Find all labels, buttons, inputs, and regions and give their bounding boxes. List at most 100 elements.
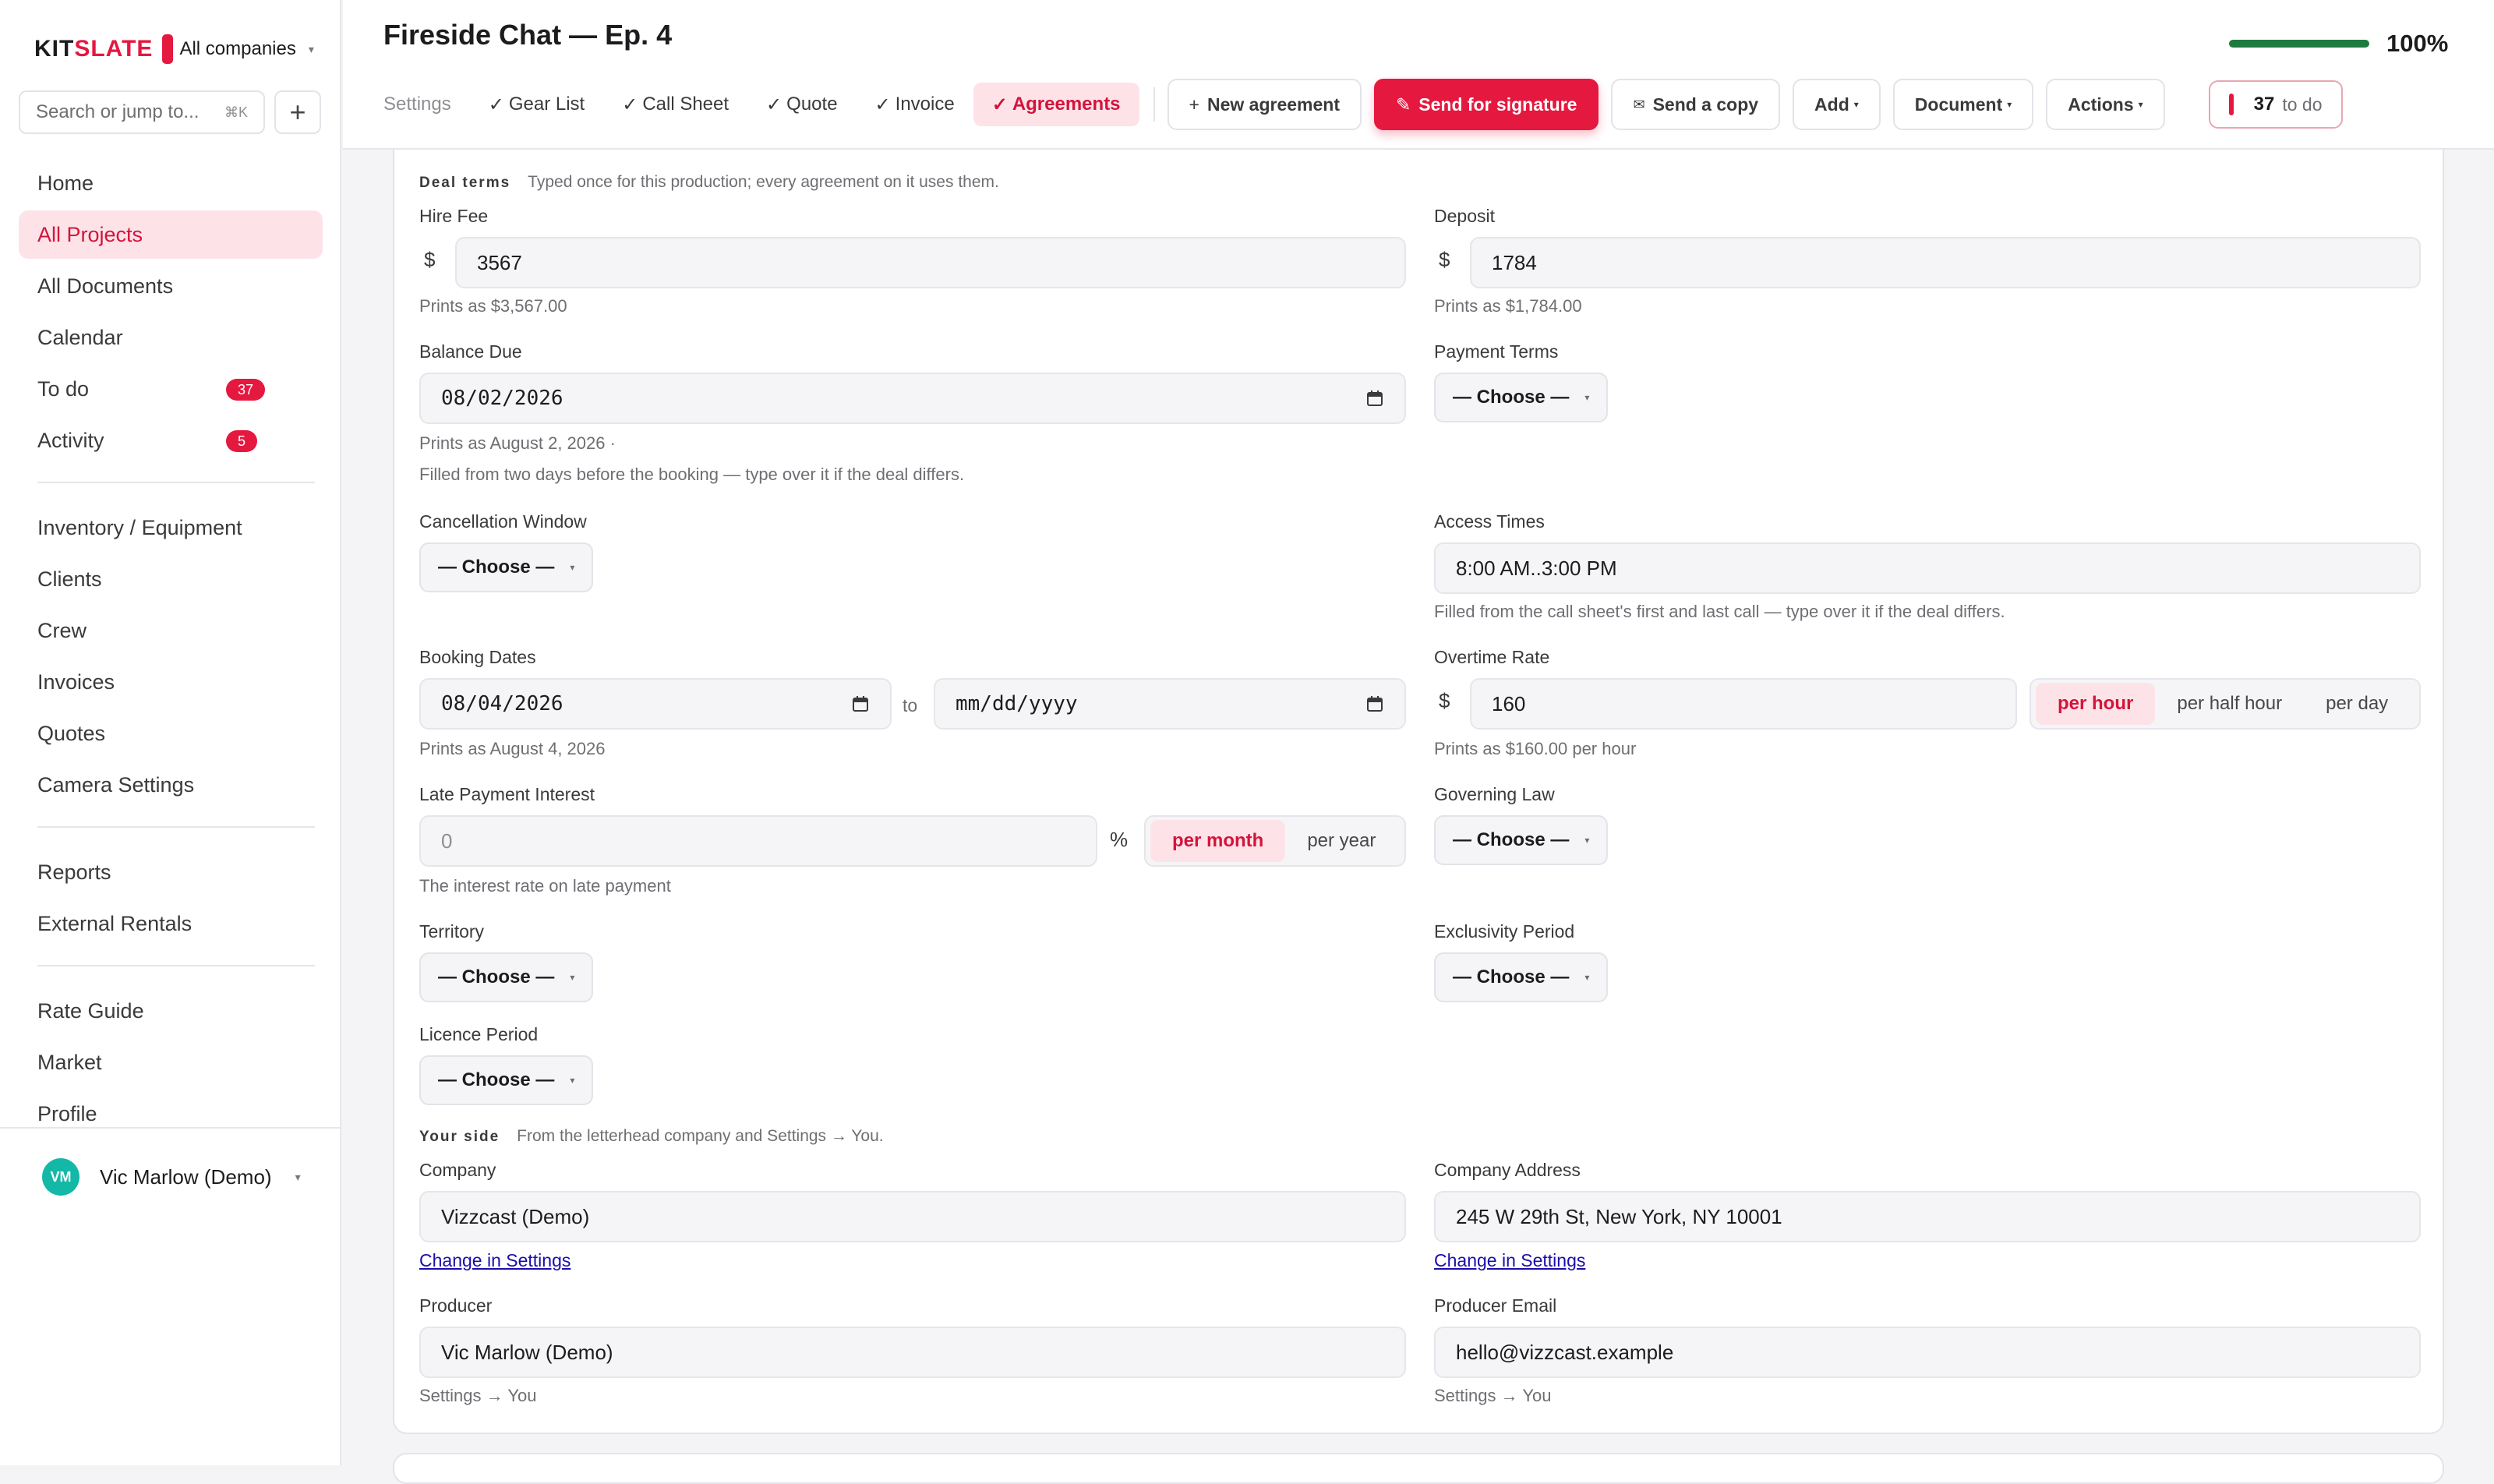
tab-settings[interactable]: Settings: [383, 83, 470, 126]
change-in-settings-link[interactable]: Change in Settings: [419, 1250, 571, 1271]
progress-track: [2229, 40, 2369, 48]
search-input[interactable]: Search or jump to... ⌘K: [19, 90, 265, 134]
unit-option-per-month[interactable]: per month: [1150, 820, 1286, 862]
licence-period-select[interactable]: — Choose — ▾: [419, 1055, 594, 1105]
chevron-down-icon: ▾: [1584, 392, 1590, 403]
unit-option-per-half-hour[interactable]: per half hour: [2155, 683, 2304, 725]
progress-indicator: 100%: [2229, 30, 2448, 58]
governing-law-label: Governing Law: [1434, 784, 1555, 804]
producer-field[interactable]: Vic Marlow (Demo): [419, 1327, 1406, 1378]
todo-button[interactable]: 37 to do: [2208, 80, 2343, 129]
change-in-settings-link[interactable]: Change in Settings: [1434, 1250, 1585, 1271]
unit-option-per-hour[interactable]: per hour: [2036, 683, 2156, 725]
payment-terms-select[interactable]: — Choose — ▾: [1434, 373, 1609, 422]
sidebar-item-quotes[interactable]: Quotes: [19, 709, 323, 758]
sidebar-item-inventory[interactable]: Inventory / Equipment: [19, 504, 323, 552]
territory-select[interactable]: — Choose — ▾: [419, 952, 594, 1002]
send-copy-button[interactable]: ✉ Send a copy: [1611, 79, 1781, 130]
booking-end-date-input[interactable]: mm/dd/yyyy: [934, 678, 1406, 730]
sidebar-item-all-projects[interactable]: All Projects: [19, 210, 323, 259]
sidebar-item-to-do[interactable]: To do 37: [19, 365, 323, 413]
add-menu-button[interactable]: Add ▾: [1793, 79, 1881, 130]
sidebar-item-rate-guide[interactable]: Rate Guide: [19, 987, 323, 1035]
overtime-unit-toggle: per hour per half hour per day: [2029, 678, 2421, 730]
check-icon: ✓: [488, 94, 504, 115]
sidebar-item-home[interactable]: Home: [19, 159, 323, 207]
unit-option-per-day[interactable]: per day: [2304, 683, 2410, 725]
select-value: — Choose —: [438, 966, 555, 988]
late-payment-interest-input[interactable]: 0: [419, 815, 1097, 867]
access-times-label: Access Times: [1434, 511, 1545, 532]
percent-symbol: %: [1110, 828, 1129, 851]
calendar-icon[interactable]: [1365, 389, 1384, 408]
company-label: Company: [419, 1160, 496, 1180]
sidebar-item-label: Activity: [37, 428, 104, 452]
button-label: Actions: [2068, 94, 2134, 115]
sidebar-item-label: Clients: [37, 567, 102, 591]
sidebar-item-profile[interactable]: Profile: [19, 1090, 323, 1138]
button-label: Send for signature: [1418, 94, 1577, 115]
chevron-down-icon: ▾: [570, 1075, 575, 1086]
sidebar-item-market[interactable]: Market: [19, 1038, 323, 1086]
plus-icon[interactable]: +: [274, 90, 321, 134]
new-agreement-button[interactable]: + New agreement: [1167, 79, 1362, 130]
sidebar-item-external-rentals[interactable]: External Rentals: [19, 899, 323, 948]
company-field[interactable]: Vizzcast (Demo): [419, 1191, 1406, 1242]
company-address-label: Company Address: [1434, 1160, 1581, 1180]
sidebar-item-all-documents[interactable]: All Documents: [19, 262, 323, 310]
hire-fee-input[interactable]: 3567: [455, 237, 1406, 288]
unit-option-per-year[interactable]: per year: [1285, 820, 1397, 862]
select-value: — Choose —: [1453, 387, 1570, 408]
page-header: Fireside Chat — Ep. 4 100% Settings ✓ Gea…: [343, 0, 2494, 150]
tab-call-sheet[interactable]: ✓ Call Sheet: [603, 83, 747, 126]
button-label: Add: [1814, 94, 1849, 115]
balance-due-date-input[interactable]: 08/02/2026: [419, 373, 1406, 424]
document-menu-button[interactable]: Document ▾: [1892, 79, 2034, 130]
producer-hint: Settings → You: [419, 1386, 537, 1405]
calendar-icon[interactable]: [851, 694, 870, 713]
chevron-down-icon: ▾: [2138, 99, 2143, 110]
tab-agreements[interactable]: ✓ Agreements: [973, 83, 1139, 126]
producer-email-field[interactable]: hello@vizzcast.example: [1434, 1327, 2421, 1378]
check-icon: ✓: [874, 94, 891, 115]
sidebar-item-reports[interactable]: Reports: [19, 848, 323, 896]
overtime-rate-input[interactable]: 160: [1470, 678, 2017, 730]
sidebar-item-crew[interactable]: Crew: [19, 606, 323, 655]
search-placeholder: Search or jump to...: [36, 101, 200, 122]
tab-gear-list[interactable]: ✓ Gear List: [470, 83, 603, 126]
activity-count-badge: 5: [226, 430, 257, 452]
tab-label: Call Sheet: [642, 94, 729, 115]
divider: [37, 965, 315, 966]
select-value: — Choose —: [1453, 829, 1570, 850]
sidebar-item-clients[interactable]: Clients: [19, 555, 323, 603]
producer-email-hint: Settings → You: [1434, 1386, 1552, 1405]
tab-invoice[interactable]: ✓ Invoice: [857, 83, 973, 126]
company-address-field[interactable]: 245 W 29th St, New York, NY 10001: [1434, 1191, 2421, 1242]
hire-fee-label: Hire Fee: [419, 206, 489, 226]
access-times-input[interactable]: 8:00 AM..3:00 PM: [1434, 542, 2421, 594]
currency-symbol: $: [1439, 248, 1450, 271]
sidebar-item-camera-settings[interactable]: Camera Settings: [19, 761, 323, 809]
currency-symbol: $: [424, 248, 436, 271]
cancellation-window-select[interactable]: — Choose — ▾: [419, 542, 594, 592]
brand-switcher[interactable]: KITSLATE All companies ▾: [34, 34, 314, 64]
deposit-input[interactable]: 1784: [1470, 237, 2421, 288]
sidebar-item-calendar[interactable]: Calendar: [19, 313, 323, 362]
sidebar-item-invoices[interactable]: Invoices: [19, 658, 323, 706]
booking-start-date-input[interactable]: 08/04/2026: [419, 678, 892, 730]
governing-law-select[interactable]: — Choose — ▾: [1434, 815, 1609, 865]
actions-menu-button[interactable]: Actions ▾: [2046, 79, 2165, 130]
exclusivity-period-select[interactable]: — Choose — ▾: [1434, 952, 1609, 1002]
calendar-icon[interactable]: [1365, 694, 1384, 713]
send-for-signature-button[interactable]: ✎ Send for signature: [1373, 79, 1599, 130]
select-value: — Choose —: [438, 556, 555, 578]
user-menu[interactable]: VM Vic Marlow (Demo) ▾: [42, 1158, 301, 1196]
tab-quote[interactable]: ✓ Quote: [747, 83, 857, 126]
access-times-hint: Filled from the call sheet's first and l…: [1434, 602, 2005, 621]
currency-symbol: $: [1439, 689, 1450, 712]
sidebar-item-label: To do: [37, 376, 90, 401]
chevron-down-icon: ▾: [308, 42, 314, 55]
sidebar-item-activity[interactable]: Activity 5: [19, 416, 323, 465]
tab-label: Agreements: [1012, 94, 1121, 115]
logo: KITSLATE: [34, 36, 154, 62]
